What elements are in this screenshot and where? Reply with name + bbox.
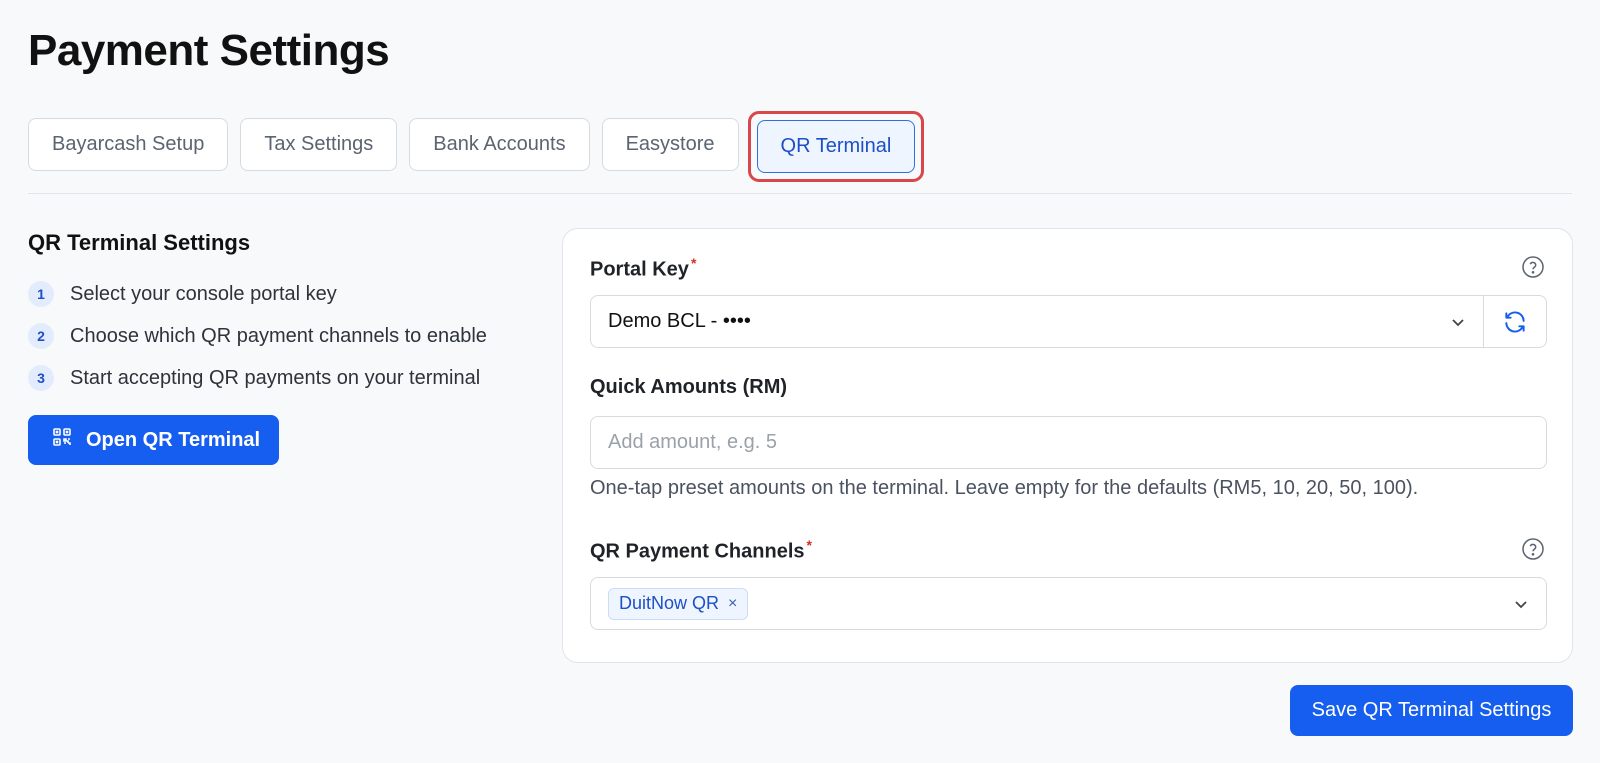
portal-key-select[interactable]: Demo BCL - •••• xyxy=(590,295,1547,348)
step-text: Select your console portal key xyxy=(70,282,337,305)
portal-key-label-text: Portal Key xyxy=(590,258,689,281)
close-icon[interactable]: × xyxy=(728,595,737,613)
tab-tax-settings[interactable]: Tax Settings xyxy=(240,118,398,171)
qr-channels-label-text: QR Payment Channels xyxy=(590,540,805,563)
chevron-down-icon xyxy=(1496,595,1546,613)
channel-chip-label: DuitNow QR xyxy=(619,593,720,613)
step-text: Start accepting QR payments on your term… xyxy=(70,366,481,389)
tab-qr-terminal[interactable]: QR Terminal xyxy=(756,120,916,173)
step-text: Choose which QR payment channels to enab… xyxy=(70,324,487,347)
portal-key-value: Demo BCL - •••• xyxy=(608,310,751,332)
quick-amounts-label: Quick Amounts (RM) xyxy=(590,376,788,398)
qr-terminal-info: QR Terminal Settings 1 Select your conso… xyxy=(28,230,528,465)
settings-tabs: Bayarcash Setup Tax Settings Bank Accoun… xyxy=(28,111,925,182)
open-qr-terminal-button[interactable]: Open QR Terminal xyxy=(28,415,279,465)
portal-key-label: Portal Key * xyxy=(590,255,696,282)
tab-bank-accounts[interactable]: Bank Accounts xyxy=(409,118,590,171)
help-icon[interactable] xyxy=(1521,255,1545,279)
quick-amounts-hint: One-tap preset amounts on the terminal. … xyxy=(590,477,1419,499)
tab-easystore[interactable]: Easystore xyxy=(601,118,739,171)
step-number: 1 xyxy=(28,281,54,307)
save-qr-terminal-settings-button[interactable]: Save QR Terminal Settings xyxy=(1290,685,1573,736)
channel-chip: DuitNow QR × xyxy=(608,587,749,620)
qr-channels-label: QR Payment Channels * xyxy=(590,537,812,564)
step-number: 3 xyxy=(28,365,54,391)
qr-terminal-form-card: Portal Key * Demo BCL - •••• Quick Amount… xyxy=(562,228,1573,663)
refresh-button[interactable] xyxy=(1483,296,1546,347)
qr-channels-multiselect[interactable]: DuitNow QR × xyxy=(590,577,1547,630)
active-tab-highlight: QR Terminal xyxy=(747,111,925,182)
required-mark: * xyxy=(806,537,812,553)
step-item: 2 Choose which QR payment channels to en… xyxy=(28,315,528,357)
tabs-divider xyxy=(28,193,1572,194)
payment-settings-page: Payment Settings Bayarcash Setup Tax Set… xyxy=(0,0,1600,763)
chevron-down-icon xyxy=(1433,313,1483,331)
qr-code-icon xyxy=(52,427,72,453)
required-mark: * xyxy=(690,255,697,271)
quick-amounts-input[interactable] xyxy=(590,416,1547,469)
tab-bayarcash-setup[interactable]: Bayarcash Setup xyxy=(28,118,229,171)
page-title: Payment Settings xyxy=(28,26,390,75)
step-item: 3 Start accepting QR payments on your te… xyxy=(28,357,528,399)
step-number: 2 xyxy=(28,323,54,349)
help-icon[interactable] xyxy=(1521,537,1545,561)
step-item: 1 Select your console portal key xyxy=(28,273,528,315)
refresh-icon xyxy=(1505,311,1525,332)
section-heading: QR Terminal Settings xyxy=(28,230,251,255)
open-qr-terminal-label: Open QR Terminal xyxy=(86,428,261,451)
